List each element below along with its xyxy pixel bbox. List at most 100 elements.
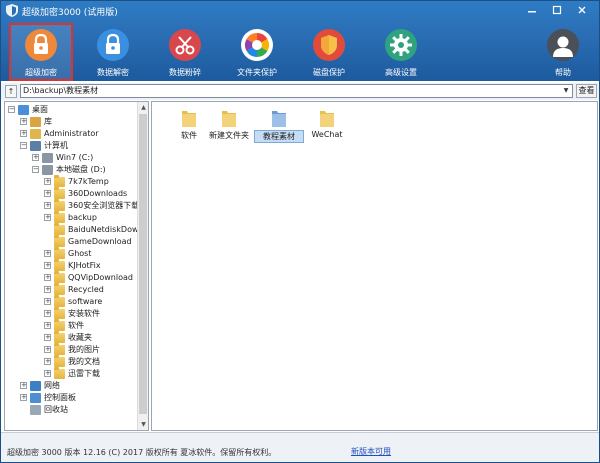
tree-item-label: 回收站 <box>44 405 68 414</box>
toolbar-settings-button[interactable]: 高级设置 <box>369 23 433 81</box>
expand-icon[interactable]: + <box>44 298 51 305</box>
expand-icon[interactable]: + <box>44 370 51 377</box>
toolbar-shred-button[interactable]: 数据粉碎 <box>153 23 217 81</box>
collapse-icon[interactable]: − <box>8 106 15 113</box>
tree-item[interactable]: BaiduNetdiskDownload <box>5 223 148 236</box>
new-version-link[interactable]: 新版本可用 <box>351 446 391 457</box>
tree-item[interactable]: +7k7kTemp <box>5 175 135 188</box>
tree-item-label: 安装软件 <box>68 309 100 318</box>
file-item[interactable]: WeChat <box>302 106 352 148</box>
toolbar-disk-protect-button[interactable]: 磁盘保护 <box>297 23 361 81</box>
recycle-bin-icon <box>30 405 41 415</box>
expand-icon[interactable]: + <box>44 358 51 365</box>
tree-item[interactable]: + 我的图片 <box>5 343 135 356</box>
scissors-icon <box>169 29 201 61</box>
expand-icon[interactable]: + <box>20 130 27 137</box>
tree-item[interactable]: + QQVipDownload <box>5 271 135 284</box>
expand-icon[interactable]: + <box>44 214 51 221</box>
folder-icon <box>54 271 65 283</box>
expand-icon[interactable]: + <box>44 262 51 269</box>
address-row: ↑ D:\backup\教程素材 ▼ 查看 <box>1 83 599 100</box>
tree-item[interactable]: + 安装软件 <box>5 307 135 320</box>
tree-item-label: 我的文档 <box>68 357 100 366</box>
folder-icon <box>54 319 65 331</box>
expand-icon[interactable]: + <box>44 274 51 281</box>
folder-icon <box>272 111 286 127</box>
expand-icon[interactable]: + <box>32 154 39 161</box>
close-button[interactable] <box>571 3 593 17</box>
tree-item[interactable]: + 收藏夹 <box>5 331 135 344</box>
minimize-button[interactable] <box>521 3 543 17</box>
tree-item[interactable]: + 控制面板 <box>5 392 135 404</box>
file-item[interactable]: 新建文件夹 <box>204 106 254 148</box>
tree-item[interactable]: + 库 <box>5 116 135 128</box>
maximize-button[interactable] <box>546 3 568 17</box>
scroll-thumb[interactable] <box>139 114 147 414</box>
desktop-icon <box>18 105 29 115</box>
collapse-icon[interactable]: − <box>20 142 27 149</box>
expand-icon[interactable]: + <box>20 394 27 401</box>
network-icon <box>30 381 41 391</box>
file-item-selected[interactable]: 教程素材 <box>254 106 304 148</box>
tree-item[interactable]: 回收站 <box>5 404 135 416</box>
file-label: 教程素材 <box>254 130 304 143</box>
scroll-down-icon[interactable]: ▼ <box>138 419 148 430</box>
tree-item[interactable]: + 网络 <box>5 380 135 392</box>
status-bar: 超级加密 3000 版本 12.16 (C) 2017 版权所有 夏冰软件。保留… <box>1 432 599 462</box>
expand-icon[interactable]: + <box>44 250 51 257</box>
address-input[interactable]: D:\backup\教程素材 ▼ <box>20 84 573 98</box>
tree-item[interactable]: − 本地磁盘 (D:) <box>5 164 135 176</box>
tree-item[interactable]: + Administrator <box>5 128 135 140</box>
tree-item[interactable]: + Win7 (C:) <box>5 152 135 164</box>
tree-item-label: Win7 (C:) <box>56 153 94 162</box>
expand-icon[interactable]: + <box>44 310 51 317</box>
tree-item-label: Administrator <box>44 129 99 138</box>
tree-item[interactable]: GameDownload <box>5 235 135 248</box>
view-button[interactable]: 查看 <box>576 84 597 98</box>
tree-item-label: software <box>68 297 103 306</box>
collapse-icon[interactable]: − <box>32 166 39 173</box>
tree-item[interactable]: + 迅雷下载 <box>5 367 135 380</box>
expand-icon[interactable]: + <box>44 190 51 197</box>
expand-icon[interactable]: + <box>20 382 27 389</box>
tree-item[interactable]: + Ghost <box>5 247 135 260</box>
tree-item[interactable]: + KJHotFix <box>5 259 135 272</box>
toolbar-encrypt-button[interactable]: 超级加密 <box>9 23 73 81</box>
toolbar-folder-protect-button[interactable]: 文件夹保护 <box>225 23 289 81</box>
tree-scrollbar[interactable]: ▲ ▼ <box>137 102 148 430</box>
tree-item[interactable]: +360Downloads <box>5 187 135 200</box>
tree-item[interactable]: − 桌面 <box>5 104 135 116</box>
tree-item[interactable]: + Recycled <box>5 283 135 296</box>
library-icon <box>30 117 41 127</box>
expand-icon[interactable]: + <box>44 286 51 293</box>
tree-item[interactable]: + 我的文档 <box>5 355 135 368</box>
header: 超级加密3000 (试用版) 超级加密 数据解密 数据粉碎 文件夹保护 磁盘保护… <box>1 1 599 81</box>
tree-item[interactable]: +360安全浏览器下载 <box>5 199 139 212</box>
app-logo-icon <box>6 4 18 17</box>
tree-item[interactable]: + backup <box>5 211 135 224</box>
up-folder-button[interactable]: ↑ <box>5 85 17 98</box>
lock-icon <box>25 29 57 61</box>
chevron-down-icon[interactable]: ▼ <box>561 86 571 96</box>
expand-icon[interactable]: + <box>20 118 27 125</box>
toolbar-help-button[interactable]: 帮助 <box>531 23 595 81</box>
folder-icon <box>222 111 236 127</box>
tree-item[interactable]: − 计算机 <box>5 140 135 152</box>
tree-item-label: 我的图片 <box>68 345 100 354</box>
color-wheel-icon <box>241 29 273 61</box>
expand-icon[interactable]: + <box>44 178 51 185</box>
computer-icon <box>30 141 41 151</box>
toolbar-decrypt-button[interactable]: 数据解密 <box>81 23 145 81</box>
scroll-up-icon[interactable]: ▲ <box>138 102 148 113</box>
tree-item[interactable]: + 软件 <box>5 319 135 332</box>
drive-icon <box>42 153 53 163</box>
folder-icon <box>54 235 65 247</box>
expand-icon[interactable]: + <box>44 322 51 329</box>
lock-icon <box>97 29 129 61</box>
expand-icon[interactable]: + <box>44 334 51 341</box>
expand-icon[interactable]: + <box>44 346 51 353</box>
shield-icon <box>313 29 345 61</box>
folder-icon <box>54 343 65 355</box>
expand-icon[interactable]: + <box>44 202 51 209</box>
tree-item[interactable]: + software <box>5 295 135 308</box>
